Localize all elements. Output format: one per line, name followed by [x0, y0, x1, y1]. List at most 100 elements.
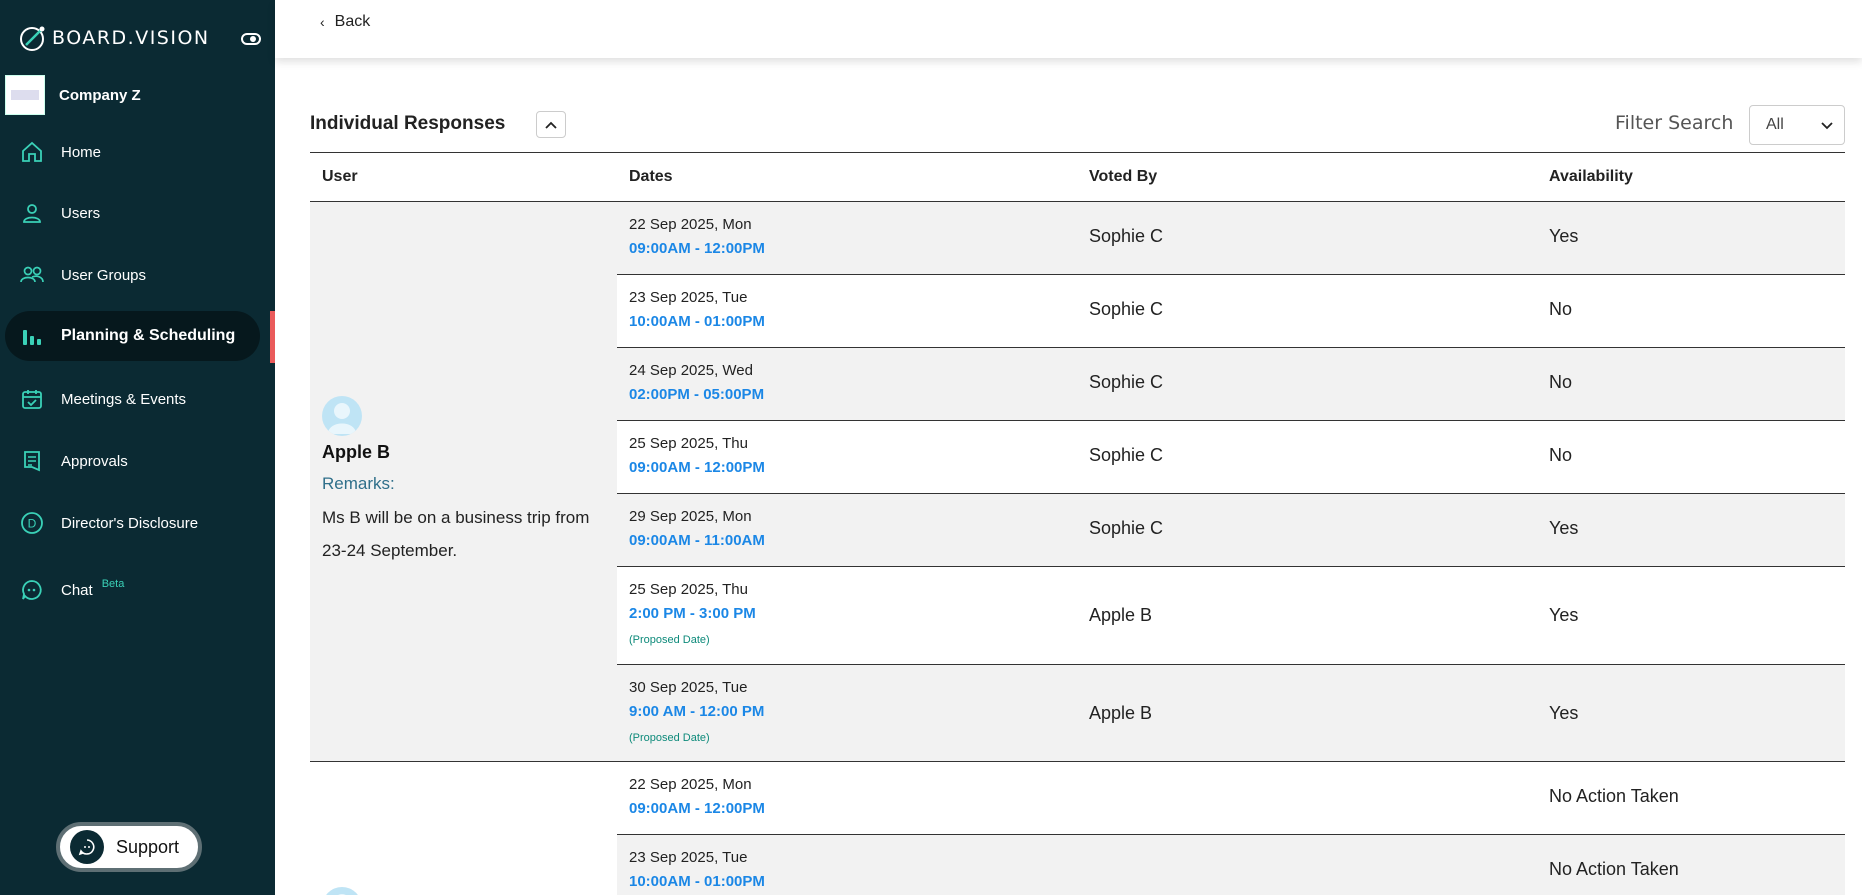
time-cell: 9:00 AM - 12:00 PM: [629, 703, 765, 720]
chevron-left-icon: ‹: [320, 14, 325, 30]
table-row: 23 Sep 2025, Tue 10:00AM - 01:00PM No Ac…: [617, 835, 1845, 895]
table-row: 24 Sep 2025, Wed 02:00PM - 05:00PM Sophi…: [617, 348, 1845, 421]
sidebar-item-users[interactable]: Users: [5, 188, 260, 238]
availability-cell: No: [1549, 445, 1573, 465]
d-circle-icon: D: [18, 509, 46, 537]
sidebar-item-label: Approvals: [61, 452, 128, 470]
time-cell: 09:00AM - 12:00PM: [629, 800, 765, 817]
sidebar-item-label: Planning & Scheduling: [61, 327, 236, 344]
filter-select[interactable]: All: [1749, 105, 1845, 145]
chevron-up-icon: [545, 121, 557, 129]
availability-cell: Yes: [1549, 226, 1579, 246]
date-cell: 25 Sep 2025, Thu: [629, 581, 748, 598]
sidebar-item-chat[interactable]: Chat Beta: [5, 565, 260, 615]
company-name: Company Z: [59, 86, 141, 104]
back-link[interactable]: ‹ Back: [320, 13, 370, 31]
time-cell: 09:00AM - 12:00PM: [629, 240, 765, 257]
company-switcher[interactable]: Company Z: [5, 75, 141, 115]
table-row: 22 Sep 2025, Mon 09:00AM - 12:00PM Sophi…: [617, 202, 1845, 275]
sidebar-item-label: Home: [61, 143, 102, 161]
table-header: User Dates Voted By Availability: [310, 152, 1845, 202]
sidebar-item-home[interactable]: Home: [5, 127, 260, 177]
date-cell: 25 Sep 2025, Thu: [629, 435, 748, 452]
availability-cell: No: [1549, 299, 1573, 319]
time-cell: 09:00AM - 12:00PM: [629, 459, 765, 476]
sidebar-item-label: Chat: [61, 581, 93, 599]
avatar: [322, 887, 362, 895]
sidebar-item-label: User Groups: [61, 266, 147, 284]
remarks-text: Ms B will be on a business trip from 23-…: [322, 508, 590, 560]
table-row: 22 Sep 2025, Mon 09:00AM - 12:00PM No Ac…: [617, 762, 1845, 835]
column-header-user: User: [322, 168, 358, 185]
voted-by-cell: Sophie C: [1089, 445, 1164, 465]
chevron-down-icon: [1821, 122, 1833, 130]
time-cell: 09:00AM - 11:00AM: [629, 532, 765, 549]
availability-cell: Yes: [1549, 703, 1579, 723]
voted-by-cell: Apple B: [1089, 605, 1153, 625]
table-row: 25 Sep 2025, Thu 09:00AM - 12:00PM Sophi…: [617, 421, 1845, 494]
responses-table: User Dates Voted By Availability Apple B…: [310, 152, 1845, 895]
main-content: ‹ Back Individual Responses Filter Searc…: [275, 0, 1862, 895]
time-cell: 10:00AM - 01:00PM: [629, 313, 765, 330]
bar-chart-icon: [18, 322, 46, 350]
company-logo: [5, 75, 45, 115]
home-icon: [18, 138, 46, 166]
user-cell: [310, 762, 617, 895]
date-cell: 23 Sep 2025, Tue: [629, 289, 748, 306]
availability-cell: No Action Taken: [1549, 786, 1679, 806]
time-cell: 2:00 PM - 3:00 PM: [629, 605, 756, 622]
support-button[interactable]: Support: [56, 822, 202, 872]
user-group: 22 Sep 2025, Mon 09:00AM - 12:00PM No Ac…: [310, 762, 1845, 895]
availability-cell: Yes: [1549, 605, 1579, 625]
availability-cell: No Action Taken: [1549, 859, 1679, 879]
column-header-voted-by: Voted By: [1089, 168, 1158, 185]
sidebar-item-directors-disclosure[interactable]: D Director's Disclosure: [5, 498, 260, 548]
remarks-label: Remarks:: [322, 474, 395, 493]
sidebar: BOARD.VISION Company Z Home Users User G…: [0, 0, 275, 895]
svg-text:D: D: [28, 517, 37, 531]
sidebar-item-approvals[interactable]: Approvals: [5, 436, 260, 486]
sidebar-item-planning-scheduling[interactable]: Planning & Scheduling: [5, 311, 260, 361]
sidebar-item-meetings-events[interactable]: Meetings & Events: [5, 374, 260, 424]
sidebar-item-label: Users: [61, 204, 101, 222]
time-cell: 10:00AM - 01:00PM: [629, 873, 765, 890]
date-cell: 30 Sep 2025, Tue: [629, 679, 748, 696]
voted-by-cell: Sophie C: [1089, 226, 1164, 246]
voted-by-cell: Sophie C: [1089, 372, 1164, 392]
availability-cell: No: [1549, 372, 1573, 392]
table-row: 23 Sep 2025, Tue 10:00AM - 01:00PM Sophi…: [617, 275, 1845, 348]
user-name: Apple B: [322, 442, 391, 462]
brand[interactable]: BOARD.VISION: [18, 22, 210, 54]
topbar: ‹ Back: [275, 0, 1862, 58]
proposed-date-note: (Proposed Date): [629, 732, 710, 744]
sidebar-item-user-groups[interactable]: User Groups: [5, 250, 260, 300]
chat-icon: [18, 576, 46, 604]
collapse-button[interactable]: [536, 111, 566, 138]
date-cell: 22 Sep 2025, Mon: [629, 216, 752, 233]
voted-by-cell: Sophie C: [1089, 299, 1164, 319]
beta-badge: Beta: [101, 578, 125, 590]
support-label: Support: [116, 836, 180, 857]
board-vision-logo-icon: [20, 26, 45, 51]
calendar-check-icon: [18, 385, 46, 413]
filter-search-label: Filter Search: [1615, 112, 1734, 134]
user-icon: [18, 199, 46, 227]
support-chat-icon: [70, 830, 104, 864]
proposed-date-note: (Proposed Date): [629, 634, 710, 646]
app-root: BOARD.VISION Company Z Home Users User G…: [0, 0, 1862, 895]
brand-name: BOARD.VISION: [52, 27, 210, 49]
availability-cell: Yes: [1549, 518, 1579, 538]
voted-by-cell: Apple B: [1089, 703, 1153, 723]
users-icon: [18, 261, 46, 289]
column-header-availability: Availability: [1549, 168, 1633, 185]
user-group: Apple B Remarks: Ms B will be on a busin…: [310, 202, 1845, 762]
voted-by-cell: Sophie C: [1089, 518, 1164, 538]
filter-select-value: All: [1766, 116, 1784, 133]
time-cell: 02:00PM - 05:00PM: [629, 386, 765, 403]
document-icon: [18, 447, 46, 475]
table-row: 29 Sep 2025, Mon 09:00AM - 11:00AM Sophi…: [617, 494, 1845, 567]
eye-toggle-icon[interactable]: [241, 30, 261, 48]
avatar: [322, 396, 362, 436]
sidebar-item-label: Meetings & Events: [61, 390, 187, 408]
date-cell: 29 Sep 2025, Mon: [629, 508, 752, 525]
